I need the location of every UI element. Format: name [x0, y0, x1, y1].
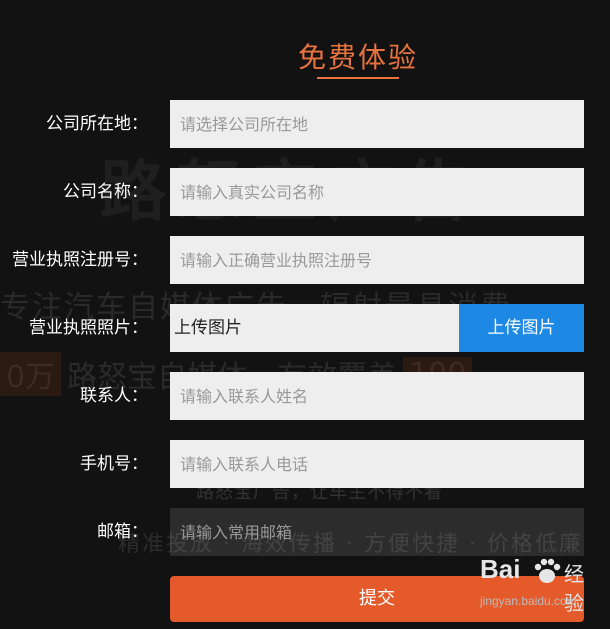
contact-name-input[interactable]	[170, 372, 584, 420]
phone-row: 手机号：	[0, 440, 610, 488]
company-name-input[interactable]	[170, 168, 584, 216]
upload-image-button[interactable]: 上传图片	[459, 304, 584, 352]
company-name-row: 公司名称：	[0, 168, 610, 216]
title-underline	[317, 77, 399, 79]
paw-icon	[534, 558, 561, 583]
contact-label: 联系人：	[80, 386, 148, 406]
company-location-label: 公司所在地：	[46, 114, 148, 134]
baidu-jingyan-watermark: Bai 经验 jingyan.baidu.com	[480, 548, 602, 626]
phone-label: 手机号：	[80, 454, 148, 474]
phone-input[interactable]	[170, 440, 584, 488]
email-label: 邮箱：	[97, 522, 148, 542]
license-photo-row: 营业执照照片： 上传图片 上传图片	[0, 304, 610, 352]
contact-row: 联系人：	[0, 372, 610, 420]
page-title: 免费体验	[297, 41, 418, 74]
company-location-select[interactable]	[170, 100, 584, 148]
license-photo-file-field[interactable]: 上传图片	[170, 304, 459, 352]
watermark-url: jingyan.baidu.com	[480, 594, 577, 608]
license-number-input[interactable]	[170, 236, 584, 284]
watermark-brand: Bai	[480, 554, 521, 584]
license-number-row: 营业执照注册号：	[0, 236, 610, 284]
license-number-label: 营业执照注册号：	[12, 250, 148, 270]
company-location-row: 公司所在地：	[0, 100, 610, 148]
license-photo-label: 营业执照照片：	[29, 318, 148, 338]
company-name-label: 公司名称：	[63, 182, 148, 202]
